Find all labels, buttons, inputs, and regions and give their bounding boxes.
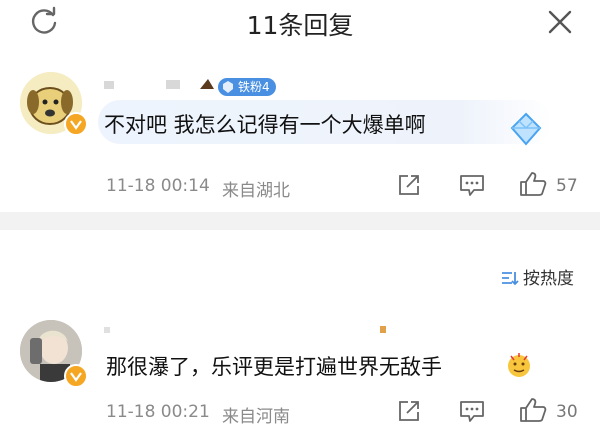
comment-text[interactable]: 不对吧 我怎么记得有一个大爆单啊 (104, 109, 426, 139)
like-count: 57 (556, 176, 578, 196)
comment-location: 来自河南 (222, 407, 290, 427)
username-obscured[interactable] (104, 76, 216, 90)
page-title: 11条回复 (246, 11, 354, 40)
sort-label: 按热度 (523, 269, 574, 289)
like-icon[interactable] (518, 396, 548, 428)
comment-text[interactable]: 那很瀑了，乐评更是打遍世界无敌手 (106, 351, 442, 381)
sort-row: 按热度 (0, 230, 600, 290)
fan-badge-icon (221, 80, 235, 94)
comment-item: 铁粉4 不对吧 我怎么记得有一个大爆单啊 11-18 00:14 来自湖北 57 (0, 52, 600, 212)
verified-badge-icon (64, 364, 88, 388)
verified-badge-icon (64, 112, 88, 136)
username-obscured[interactable] (104, 322, 404, 336)
fan-badge: 铁粉4 (218, 78, 276, 96)
comment-item: 那很瀑了，乐评更是打遍世界无敌手 11-18 00:21 来自河南 30 (0, 290, 600, 427)
share-icon[interactable] (396, 172, 422, 202)
comment-location: 来自湖北 (222, 181, 290, 201)
comment-time: 11-18 00:14 (106, 176, 210, 196)
sort-icon (501, 270, 519, 291)
like-icon[interactable] (518, 170, 548, 202)
header-bar: 11条回复 (0, 0, 600, 52)
comment-time: 11-18 00:21 (106, 402, 210, 422)
emoji-sticker-icon (506, 352, 532, 382)
fan-badge-label: 铁粉4 (238, 80, 270, 94)
close-icon[interactable] (544, 6, 576, 38)
diamond-sticker-icon (506, 110, 546, 154)
section-divider (0, 212, 600, 230)
sort-button[interactable]: 按热度 (501, 264, 574, 291)
like-count: 30 (556, 402, 578, 422)
comment-icon[interactable] (458, 172, 486, 202)
